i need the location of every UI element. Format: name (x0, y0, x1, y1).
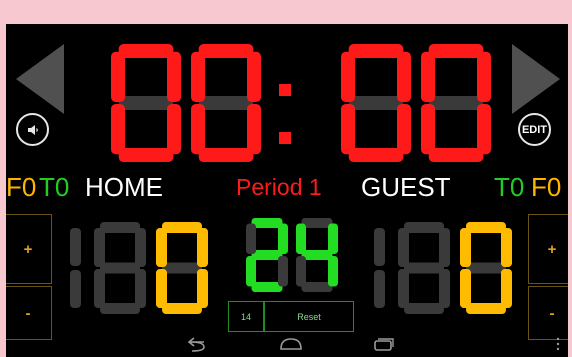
back-icon[interactable] (184, 337, 208, 353)
home-timeouts[interactable]: T0 (39, 174, 69, 200)
recent-apps-icon[interactable] (372, 337, 396, 351)
guest-fouls[interactable]: F0 (531, 174, 561, 200)
score-hundreds-digit (374, 228, 385, 308)
score-hundreds-digit (70, 228, 81, 308)
guest-plus-button[interactable]: + (528, 214, 568, 284)
clock-digit (421, 44, 491, 162)
home-label: HOME (85, 172, 163, 202)
shot-clock-digit (246, 218, 288, 292)
prev-arrow-icon[interactable] (14, 42, 66, 116)
clock-digit (341, 44, 411, 162)
shot-clock[interactable] (242, 216, 342, 294)
home-score[interactable] (64, 222, 214, 314)
clock-colon-dot (279, 132, 291, 144)
edit-button[interactable]: EDIT (518, 113, 551, 146)
guest-label: GUEST (361, 172, 451, 202)
game-clock[interactable] (106, 44, 491, 164)
clock-digit (111, 44, 181, 162)
guest-minus-label: - (549, 304, 555, 322)
home-minus-label: - (25, 304, 31, 322)
shot-clock-reset-button[interactable]: Reset (264, 301, 354, 332)
score-tens-digit (94, 222, 146, 314)
shot-clock-digit (296, 218, 338, 292)
home-minus-button[interactable]: - (6, 286, 52, 340)
guest-minus-button[interactable]: - (528, 286, 568, 340)
guest-score[interactable] (368, 222, 518, 314)
clock-digit (191, 44, 261, 162)
score-tens-digit (398, 222, 450, 314)
shot-clock-preset-label: 14 (240, 311, 251, 322)
score-ones-digit (156, 222, 208, 314)
score-ones-digit (460, 222, 512, 314)
home-plus-label: + (23, 240, 33, 258)
sound-button[interactable] (16, 113, 49, 146)
scoreboard-screen: EDIT F0 T0 HOME Period 1 GUEST T0 F0 + -… (6, 24, 568, 357)
home-plus-button[interactable]: + (6, 214, 52, 284)
home-icon[interactable] (278, 337, 304, 351)
home-fouls[interactable]: F0 (6, 174, 36, 200)
next-arrow-icon[interactable] (510, 42, 562, 116)
period-label[interactable]: Period 1 (236, 176, 322, 199)
guest-timeouts[interactable]: T0 (494, 174, 524, 200)
shot-clock-preset-button[interactable]: 14 (228, 301, 264, 332)
speaker-icon (27, 124, 38, 135)
edit-button-label: EDIT (521, 123, 548, 136)
shot-clock-reset-label: Reset (297, 311, 321, 322)
menu-dots-icon[interactable] (555, 337, 561, 351)
guest-plus-label: + (547, 240, 557, 258)
clock-colon-dot (279, 84, 291, 96)
